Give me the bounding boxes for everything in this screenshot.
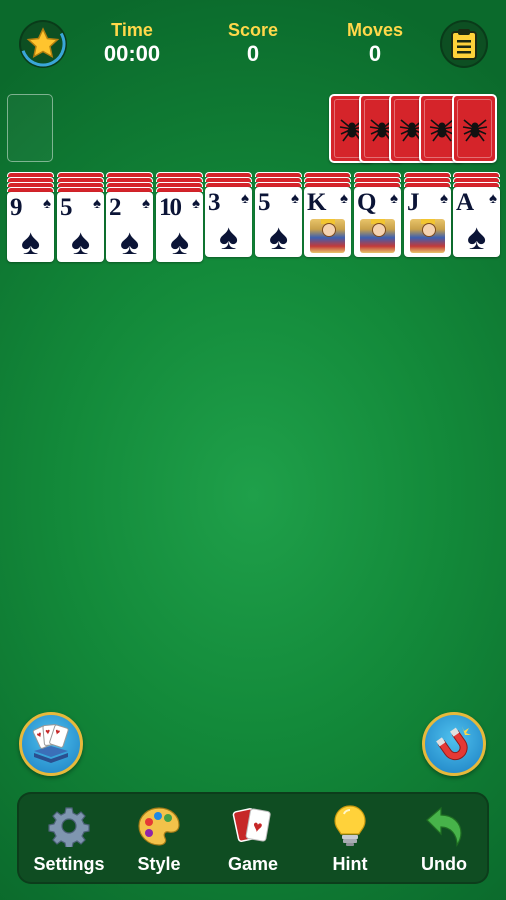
tableau-column-10[interactable]: A ♠ ♠ <box>453 172 500 257</box>
tableau-column-8[interactable]: Q ♠ <box>354 172 401 257</box>
undo-button[interactable]: Undo <box>398 792 490 884</box>
spade-icon: ♠ <box>142 195 150 212</box>
cards-icon: ♥ <box>229 802 277 850</box>
spade-icon: ♠ <box>241 190 249 207</box>
hint-button[interactable]: Hint <box>304 792 396 884</box>
star-icon <box>20 21 66 67</box>
spade-icon: ♠ <box>218 216 239 257</box>
score-value: 0 <box>246 41 260 66</box>
jack-figure <box>410 219 445 253</box>
daily-tasks-button[interactable] <box>440 20 488 68</box>
undo-label: Undo <box>421 854 467 874</box>
tableau-column-3[interactable]: 2 ♠ ♠ <box>106 172 153 262</box>
card-rank: 9 <box>10 194 22 221</box>
time-value: 00:00 <box>103 41 161 66</box>
spade-icon: ♠ <box>43 195 51 212</box>
card-rank: 3 <box>208 189 220 216</box>
spade-icon: ♠ <box>440 190 448 207</box>
score-label: Score <box>227 20 279 40</box>
time-label: Time <box>111 20 153 40</box>
playing-card[interactable]: 9 ♠ ♠ <box>7 192 54 262</box>
spade-icon: ♠ <box>169 221 190 262</box>
playing-card[interactable]: K ♠ <box>304 187 351 257</box>
spade-icon: ♠ <box>268 216 289 257</box>
card-rank: 5 <box>258 189 270 216</box>
clipboard-icon <box>451 29 477 60</box>
playing-card[interactable]: 5 ♠ ♠ <box>57 192 104 262</box>
card-rank: 2 <box>109 194 121 221</box>
playing-card[interactable]: Q ♠ <box>354 187 401 257</box>
tableau-column-5[interactable]: 3 ♠ ♠ <box>205 172 252 257</box>
settings-label: Settings <box>33 854 105 874</box>
undo-arrow-icon <box>420 802 468 850</box>
tableau-column-2[interactable]: 5 ♠ ♠ <box>57 172 104 262</box>
playing-card[interactable]: 10 ♠ ♠ <box>156 192 203 262</box>
stock-card[interactable] <box>452 94 497 163</box>
style-label: Style <box>137 854 181 874</box>
spade-icon: ♠ <box>192 195 200 212</box>
spade-icon: ♠ <box>93 195 101 212</box>
king-figure <box>310 219 345 253</box>
hint-label: Hint <box>332 854 368 874</box>
moves-stat: Moves 0 <box>320 19 430 67</box>
playing-card[interactable]: 3 ♠ ♠ <box>205 187 252 257</box>
card-rank: K <box>307 189 327 216</box>
spade-icon: ♠ <box>466 216 487 257</box>
tableau-column-6[interactable]: 5 ♠ ♠ <box>255 172 302 257</box>
score-stat: Score 0 <box>198 19 308 67</box>
settings-button[interactable]: Settings <box>23 792 115 884</box>
moves-value: 0 <box>368 41 382 66</box>
card-rank: A <box>456 189 474 216</box>
game-label: Game <box>227 854 279 874</box>
playing-card[interactable]: 2 ♠ ♠ <box>106 192 153 262</box>
card-rank: Q <box>357 189 377 216</box>
spade-icon: ♠ <box>70 221 91 262</box>
tableau-column-4[interactable]: 10 ♠ ♠ <box>156 172 203 262</box>
tableau-column-1[interactable]: 9 ♠ ♠ <box>7 172 54 262</box>
spider-icon <box>462 118 487 141</box>
spade-icon: ♠ <box>340 190 348 207</box>
card-rank: 5 <box>60 194 72 221</box>
playing-card[interactable]: J ♠ <box>404 187 451 257</box>
lightbulb-icon <box>326 802 374 850</box>
spade-icon: ♠ <box>489 190 497 207</box>
deal-cards-button[interactable]: ♥ ♥ ♥ <box>19 712 83 776</box>
spade-icon: ♠ <box>20 221 41 262</box>
game-button[interactable]: ♥ Game <box>207 792 299 884</box>
gear-icon <box>45 802 93 850</box>
queen-figure <box>360 219 395 253</box>
spade-icon: ♠ <box>390 190 398 207</box>
tableau-column-9[interactable]: J ♠ <box>404 172 451 257</box>
tableau-column-7[interactable]: K ♠ <box>304 172 351 257</box>
spade-icon: ♠ <box>291 190 299 207</box>
moves-label: Moves <box>346 20 404 40</box>
time-stat: Time 00:00 <box>77 19 187 67</box>
magnet-icon <box>436 726 471 761</box>
playing-card[interactable]: A ♠ ♠ <box>453 187 500 257</box>
achievements-button[interactable] <box>19 20 67 68</box>
bottom-toolbar: Settings Style ♥ Game Hint Undo <box>17 792 489 884</box>
magic-button[interactable] <box>422 712 486 776</box>
palette-icon <box>135 802 183 850</box>
card-deck-icon: ♥ ♥ ♥ <box>32 724 69 763</box>
card-rank: J <box>407 189 419 216</box>
playing-card[interactable]: 5 ♠ ♠ <box>255 187 302 257</box>
card-rank: 10 <box>159 194 182 221</box>
style-button[interactable]: Style <box>113 792 205 884</box>
foundation-slot <box>7 94 53 162</box>
spade-icon: ♠ <box>119 221 140 262</box>
